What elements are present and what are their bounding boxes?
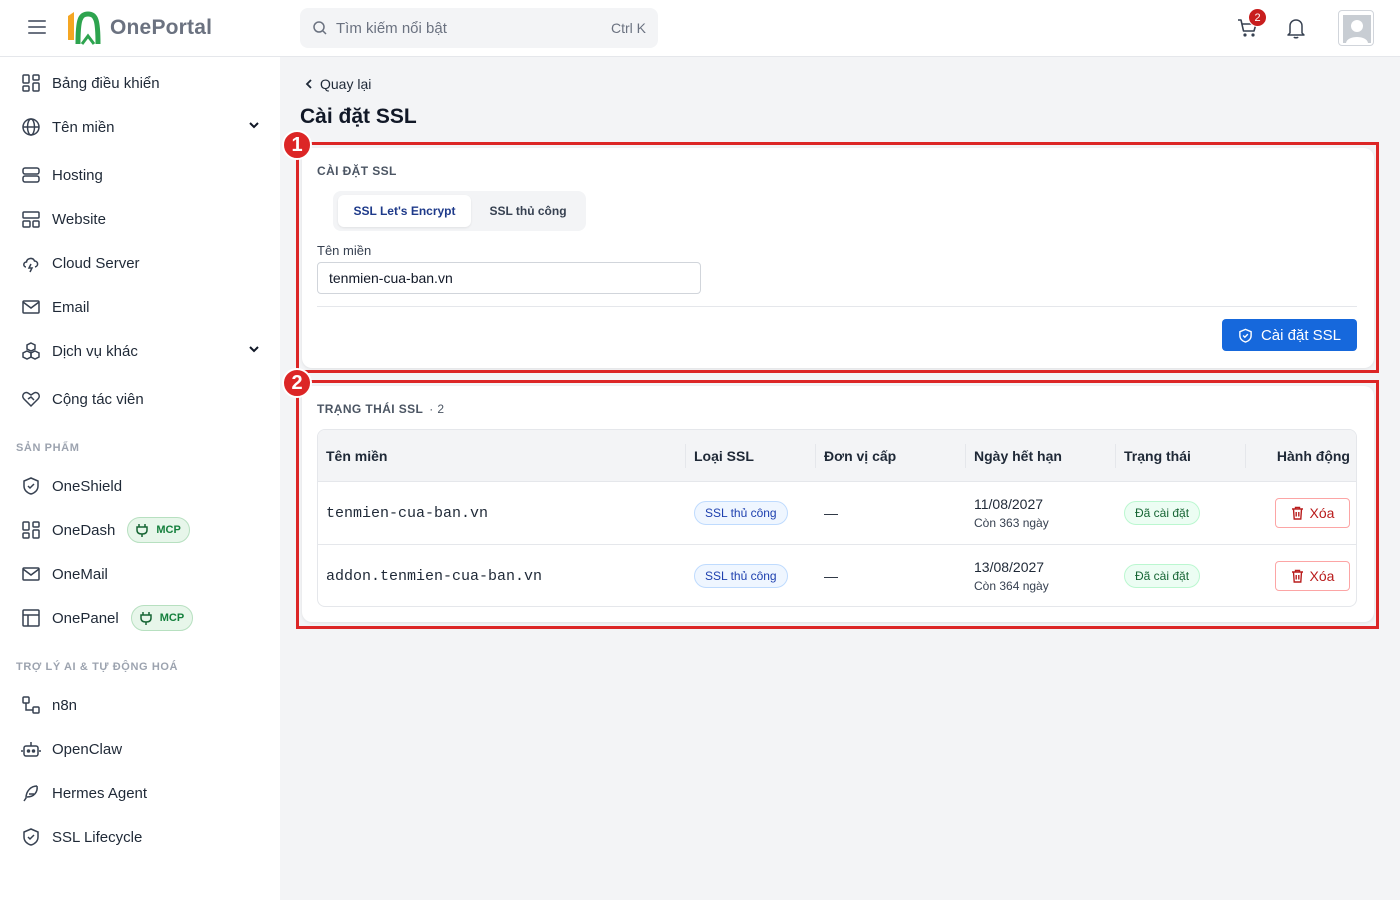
sidebar-item-ssl-lifecycle[interactable]: SSL Lifecycle [0,819,280,855]
oneportal-logo-icon [68,11,101,45]
search-shortcut: Ctrl K [611,20,646,36]
sidebar-item-website[interactable]: Website [0,201,280,237]
annotation-box-2 [296,380,1379,629]
shield-icon [20,475,42,497]
sidebar-item-openclaw[interactable]: OpenClaw [0,731,280,767]
sidebar-item-email[interactable]: Email [0,289,280,325]
sidebar-item-label: OneShield [52,477,123,495]
sidebar-item-label: Cloud Server [52,254,140,272]
search-placeholder: Tìm kiếm nổi bật [336,19,447,37]
cart-count-badge: 2 [1248,8,1267,27]
chevron-down-icon [249,122,259,129]
chevron-left-icon [305,79,312,89]
sidebar-item-label: Email [52,298,90,316]
bell-icon[interactable] [1285,16,1307,40]
sidebar-item-label: OneDash [52,521,116,539]
mail-icon [20,563,42,585]
back-label: Quay lại [320,76,372,92]
mcp-badge: MCP [127,517,190,543]
sidebar-item-affiliate[interactable]: Cộng tác viên [0,381,280,417]
sidebar-item-hermes-agent[interactable]: Hermes Agent [0,775,280,811]
chevron-down-icon [249,346,259,353]
mcp-badge-label: MCP [159,612,185,624]
sidebar-item-label: Dịch vụ khác [52,342,138,360]
logo-text: OnePortal [110,16,213,39]
plug-icon [136,524,149,537]
sidebar-item-label: Hosting [52,166,103,184]
dashboard-icon [20,519,42,541]
back-link[interactable]: Quay lại [304,76,371,92]
sidebar-item-hosting[interactable]: Hosting [0,157,280,193]
sidebar-item-domains[interactable]: Tên miền [0,109,280,145]
globe-icon [20,116,42,138]
cloud-icon [20,252,42,274]
sidebar-item-label: OneMail [52,565,108,583]
annotation-box-1 [296,142,1379,373]
boxes-icon [20,340,42,362]
server-icon [20,164,42,186]
sidebar-item-label: SSL Lifecycle [52,828,143,846]
sidebar-item-n8n[interactable]: n8n [0,687,280,723]
sidebar-item-onemail[interactable]: OneMail [0,556,280,592]
mail-icon [20,296,42,318]
sidebar-item-oneshield[interactable]: OneShield [0,468,280,504]
website-icon [20,208,42,230]
search-icon [313,21,327,35]
mcp-badge: MCP [130,605,194,631]
workflow-icon [20,694,42,716]
sidebar-item-cloud-server[interactable]: Cloud Server [0,245,280,281]
annotation-marker-1: 1 [282,130,312,160]
section-title-ai: TRỢ LÝ AI & TỰ ĐỘNG HOÁ [16,661,179,673]
heart-handshake-icon [20,388,42,410]
sidebar-item-label: Website [52,210,106,228]
sidebar-item-other-services[interactable]: Dịch vụ khác [0,333,280,369]
user-avatar-icon [1343,15,1371,43]
top-header: OnePortal Tìm kiếm nổi bật Ctrl K 2 [0,0,1400,57]
mcp-badge-label: MCP [156,524,181,536]
sidebar-item-label: Hermes Agent [52,784,148,802]
sidebar-item-label: OnePanel [52,609,119,627]
sidebar-item-label: Cộng tác viên [52,390,144,408]
section-title-products: SẢN PHẨM [16,442,80,454]
shield-icon [20,826,42,848]
sidebar-item-dashboard[interactable]: Bảng điều khiển [0,65,280,101]
annotation-marker-2: 2 [282,368,312,398]
bot-icon [20,738,42,760]
sidebar: Bảng điều khiển Tên miền Hosting Website… [0,57,280,900]
sidebar-item-label: n8n [52,696,78,714]
sidebar-item-onedash[interactable]: OneDash MCP [0,512,280,548]
avatar[interactable] [1338,10,1374,46]
feather-icon [20,782,42,804]
sidebar-item-onepanel[interactable]: OnePanel MCP [0,600,280,636]
search-box[interactable]: Tìm kiếm nổi bật Ctrl K [300,8,658,48]
logo[interactable]: OnePortal [64,10,212,46]
menu-icon[interactable] [28,20,46,36]
page-title: Cài đặt SSL [300,105,417,128]
panel-icon [20,607,42,629]
sidebar-item-label: OpenClaw [52,740,123,758]
plug-icon [139,612,152,625]
dashboard-icon [20,72,42,94]
sidebar-item-label: Tên miền [52,118,115,136]
sidebar-item-label: Bảng điều khiển [52,74,160,92]
